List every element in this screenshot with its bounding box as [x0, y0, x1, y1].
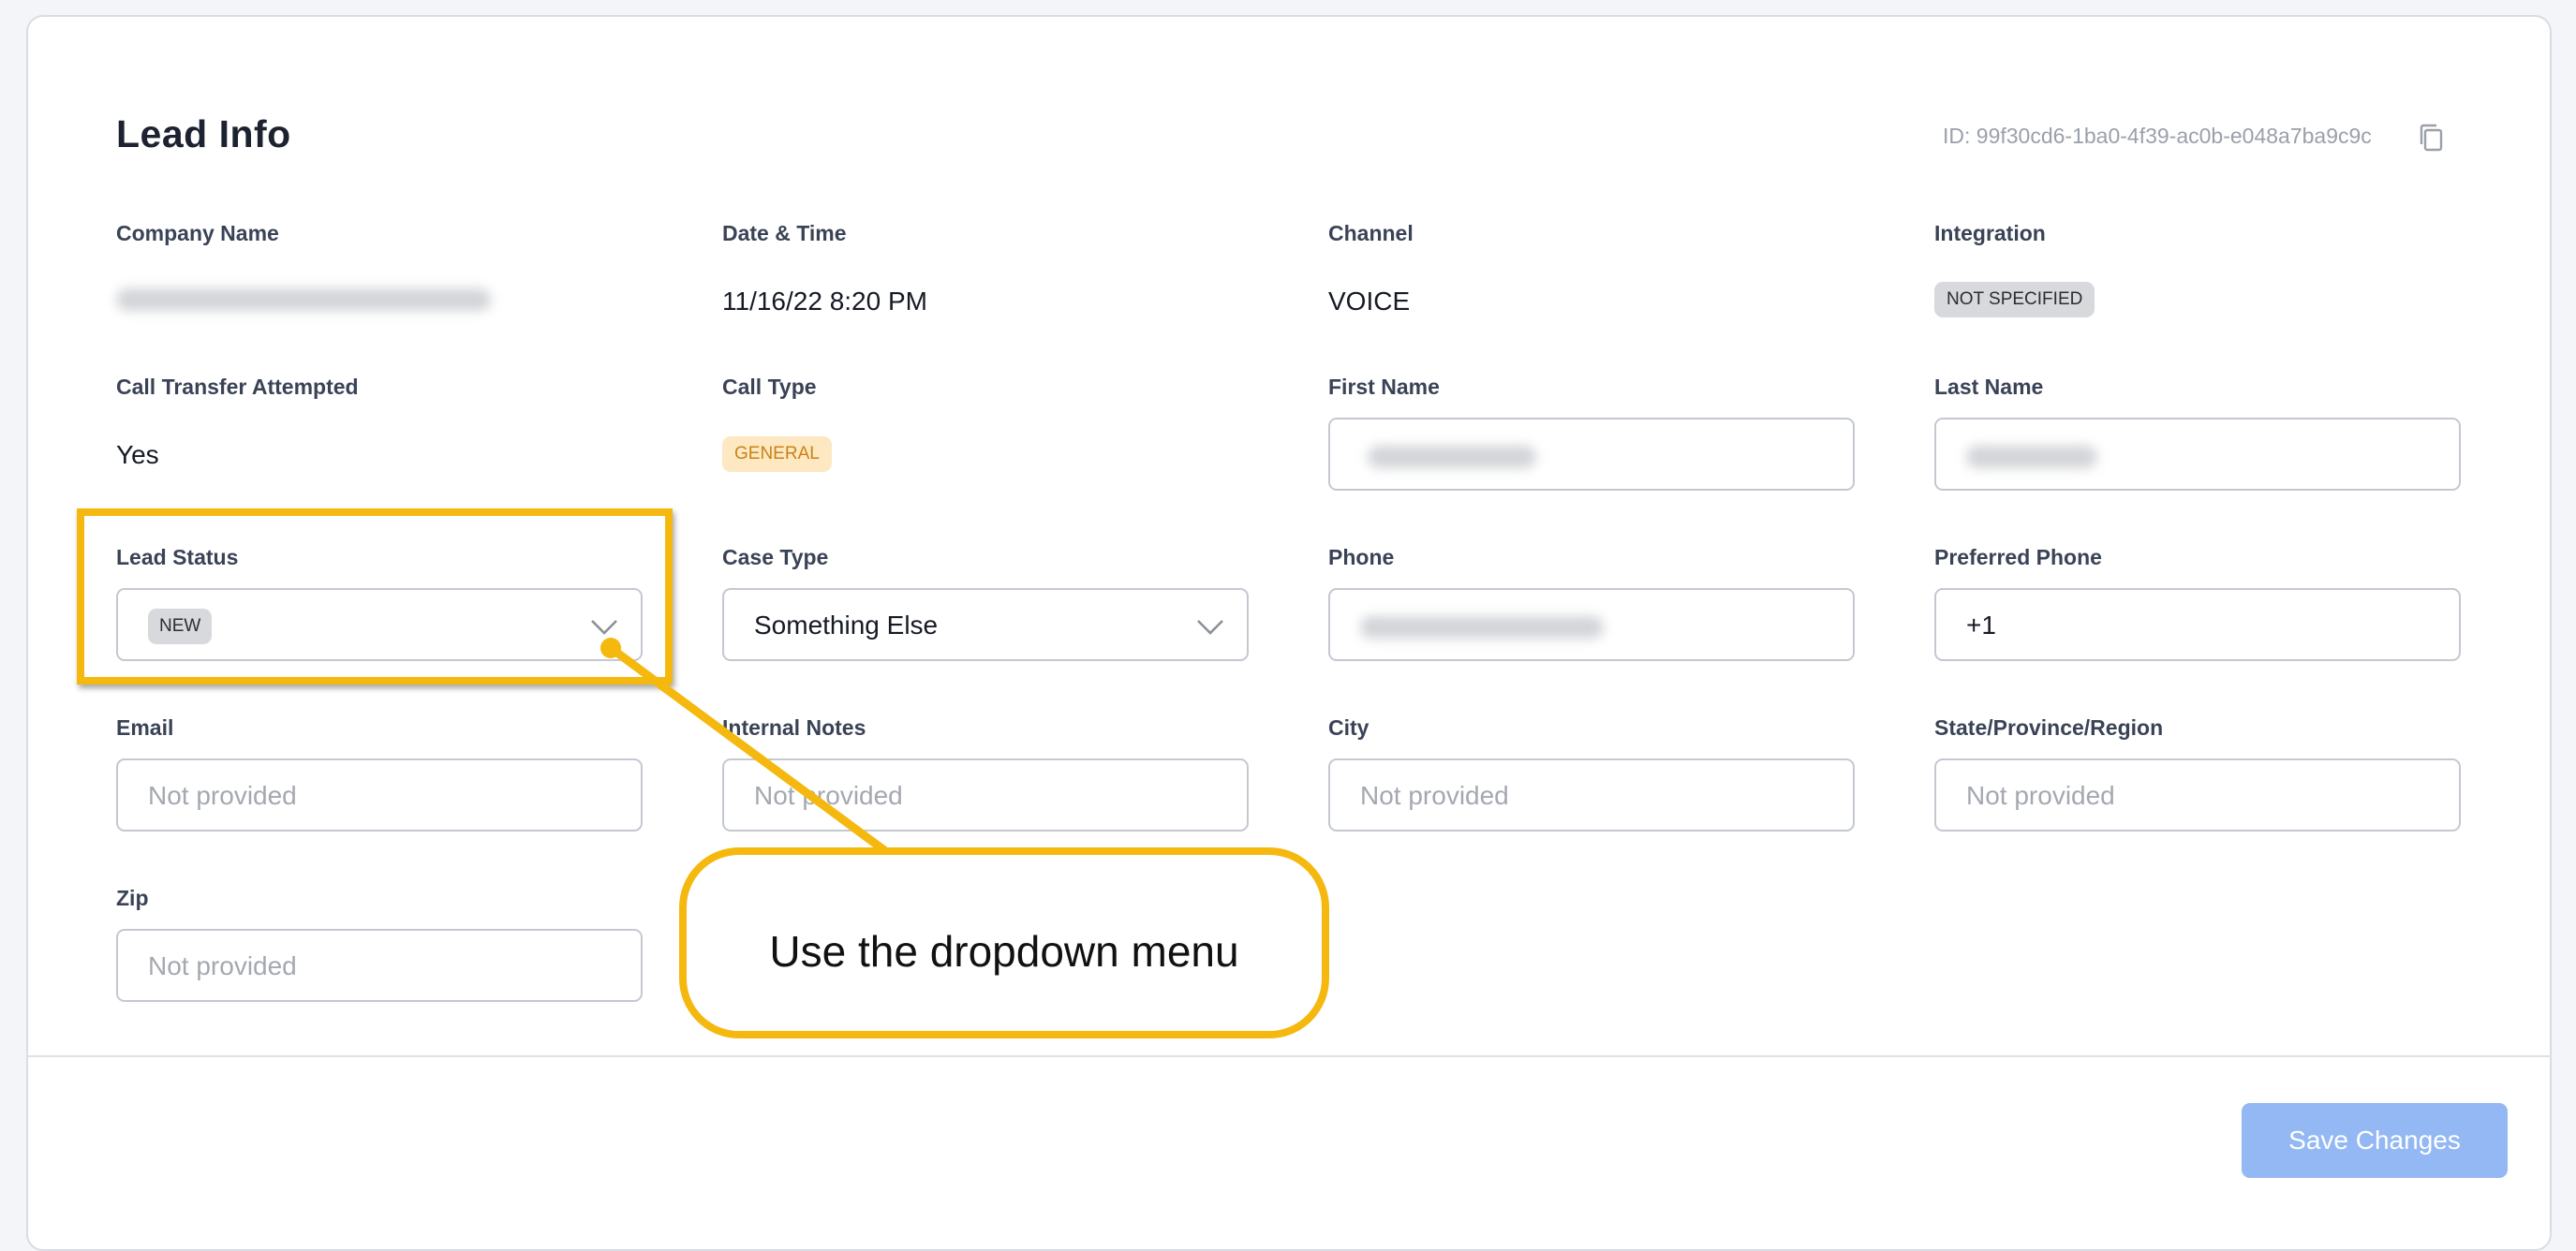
phone-value-redacted: [1360, 616, 1604, 639]
channel-label: Channel: [1328, 221, 1414, 245]
case-type-label: Case Type: [722, 545, 829, 569]
company-name-label: Company Name: [116, 221, 279, 245]
last-name-label: Last Name: [1934, 375, 2044, 399]
call-type-badge: GENERAL: [722, 436, 832, 472]
city-label: City: [1328, 715, 1369, 740]
case-type-value: Something Else: [754, 611, 939, 640]
city-field[interactable]: Not provided: [1328, 758, 1855, 832]
integration-label: Integration: [1934, 221, 2046, 245]
preferred-phone-value: +1: [1966, 611, 1996, 640]
last-name-field[interactable]: [1934, 418, 2461, 491]
lead-status-highlight: [77, 508, 673, 684]
internal-notes-label: Internal Notes: [722, 715, 866, 740]
date-time-value: 11/16/22 8:20 PM: [722, 287, 927, 316]
call-type-label: Call Type: [722, 375, 817, 399]
call-transfer-value: Yes: [116, 440, 159, 469]
integration-badge: NOT SPECIFIED: [1934, 282, 2095, 317]
call-transfer-label: Call Transfer Attempted: [116, 375, 359, 399]
state-placeholder: Not provided: [1966, 781, 2115, 810]
internal-notes-placeholder: Not provided: [754, 781, 903, 810]
preferred-phone-field[interactable]: +1: [1934, 588, 2461, 661]
email-label: Email: [116, 715, 174, 740]
copy-icon[interactable]: [2417, 122, 2447, 154]
callout-text: Use the dropdown menu: [769, 927, 1239, 976]
callout-box: Use the dropdown menu: [679, 847, 1329, 1038]
email-placeholder: Not provided: [148, 781, 297, 810]
email-field[interactable]: Not provided: [116, 758, 643, 832]
first-name-value-redacted: [1368, 446, 1536, 468]
preferred-phone-label: Preferred Phone: [1934, 545, 2102, 569]
internal-notes-field[interactable]: Not provided: [722, 758, 1249, 832]
phone-field[interactable]: [1328, 588, 1855, 661]
save-changes-button[interactable]: Save Changes: [2242, 1103, 2508, 1178]
phone-label: Phone: [1328, 545, 1395, 569]
footer-divider: [26, 1055, 2552, 1057]
company-name-value-redacted: [116, 288, 491, 311]
page-title: Lead Info: [116, 112, 291, 155]
zip-field[interactable]: Not provided: [116, 929, 643, 1002]
state-label: State/Province/Region: [1934, 715, 2164, 740]
state-field[interactable]: Not provided: [1934, 758, 2461, 832]
first-name-field[interactable]: [1328, 418, 1855, 491]
date-time-label: Date & Time: [722, 221, 847, 245]
channel-value: VOICE: [1328, 287, 1411, 316]
lead-id: ID: 99f30cd6-1ba0-4f39-ac0b-e048a7ba9c9c: [1943, 124, 2372, 148]
last-name-value-redacted: [1966, 446, 2097, 468]
zip-label: Zip: [116, 886, 149, 910]
city-placeholder: Not provided: [1360, 781, 1509, 810]
first-name-label: First Name: [1328, 375, 1440, 399]
zip-placeholder: Not provided: [148, 951, 297, 980]
chevron-down-icon[interactable]: [1194, 611, 1226, 642]
case-type-dropdown[interactable]: Something Else: [722, 588, 1249, 661]
